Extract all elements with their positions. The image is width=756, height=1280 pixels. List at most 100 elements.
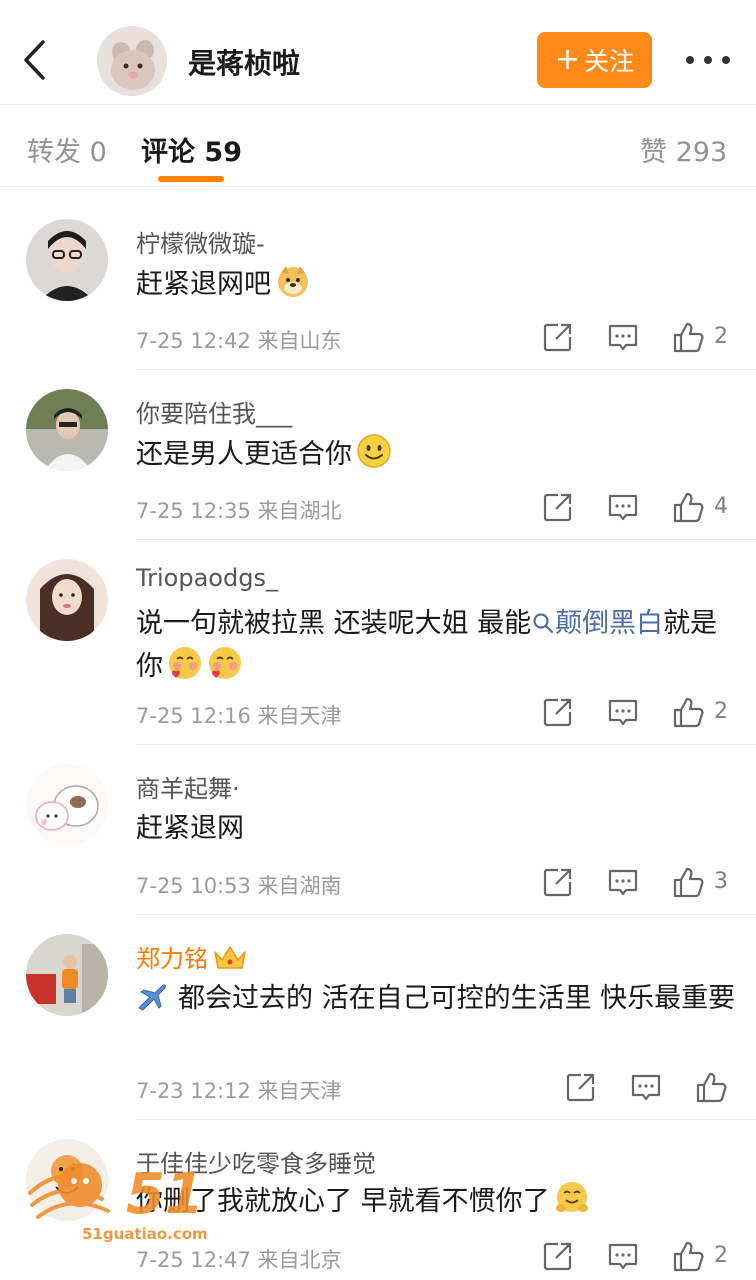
tab-bar: 转发 0 评论 59 赞 293 — [0, 104, 756, 187]
tab-reposts[interactable]: 转发 0 — [27, 130, 107, 169]
comment-time: 7-25 10:53 — [136, 874, 251, 898]
comment-time: 7-23 12:12 — [136, 1079, 251, 1103]
commenter-name-text: 郑力铭 — [136, 945, 208, 973]
comment-divider — [136, 914, 756, 915]
comment-location: 来自北京 — [257, 1248, 342, 1272]
comment-divider — [136, 1119, 756, 1120]
like-count: 4 — [714, 494, 728, 519]
comment-text: 赶紧退网 — [136, 813, 244, 844]
like-count: 2 — [714, 699, 728, 724]
top-bar: 是蒋桢啦 + 关注 — [0, 0, 756, 105]
like-icon[interactable] — [671, 1239, 705, 1273]
comment-time: 7-25 12:47 — [136, 1248, 251, 1272]
commenter-name[interactable]: 柠檬微微璇- — [136, 224, 265, 259]
comment-text-body: 赶紧退网吧 — [136, 269, 271, 300]
commenter-avatar[interactable] — [26, 559, 108, 641]
tab-likes-count: 293 — [675, 137, 728, 168]
comment-location: 来自天津 — [257, 704, 342, 728]
doge-icon — [278, 266, 308, 297]
comment-text: 还是男人更适合你 — [136, 433, 736, 476]
plus-icon: + — [554, 42, 581, 77]
comment-icon[interactable] — [629, 1070, 663, 1104]
comment-text-body: 说一句就被拉黑 还装呢大姐 最能 — [136, 608, 532, 639]
vip-crown-icon — [214, 946, 246, 969]
hug-face-icon — [555, 1182, 588, 1212]
author-avatar[interactable] — [97, 26, 167, 96]
comment-divider — [136, 539, 756, 540]
tab-reposts-count: 0 — [89, 137, 107, 168]
author-name[interactable]: 是蒋桢啦 — [188, 42, 300, 82]
commenter-name[interactable]: 商羊起舞· — [136, 769, 240, 804]
comment-location: 来自山东 — [257, 329, 342, 353]
more-options-icon[interactable] — [686, 52, 730, 68]
commenter-avatar[interactable] — [26, 764, 108, 846]
share-icon[interactable] — [541, 695, 575, 729]
share-icon[interactable] — [564, 1070, 598, 1104]
comment-meta: 7-25 12:47 来自北京 — [136, 1244, 342, 1274]
like-icon[interactable] — [671, 865, 705, 899]
share-icon[interactable] — [541, 1239, 575, 1273]
search-icon — [533, 613, 554, 634]
topic-link[interactable]: 颠倒黑白 — [531, 608, 663, 639]
commenter-avatar[interactable] — [26, 389, 108, 471]
like-icon[interactable] — [671, 320, 705, 354]
comment-icon[interactable] — [606, 695, 640, 729]
like-count: 2 — [714, 1243, 728, 1268]
commenter-avatar[interactable] — [26, 1139, 108, 1221]
comment-location: 来自湖南 — [257, 874, 342, 898]
commenter-name[interactable]: 你要陪住我___ — [136, 394, 292, 429]
tab-likes-label: 赞 — [640, 137, 667, 168]
airplane-icon — [138, 984, 167, 1011]
comment-icon[interactable] — [606, 490, 640, 524]
share-icon[interactable] — [541, 865, 575, 899]
like-count: 3 — [714, 869, 728, 894]
tab-comments-label: 评论 — [141, 137, 195, 168]
share-icon[interactable] — [541, 320, 575, 354]
follow-label: 关注 — [584, 47, 635, 76]
blush-kiss-icon — [169, 647, 201, 679]
comment-meta: 7-25 12:16 来自天津 — [136, 700, 342, 730]
like-count: 2 — [714, 324, 728, 349]
comment-divider — [136, 744, 756, 745]
comment-location: 来自湖北 — [257, 499, 342, 523]
comment-divider — [136, 369, 756, 370]
active-tab-indicator — [158, 176, 224, 182]
commenter-name[interactable]: Triopaodgs_ — [136, 564, 278, 592]
comment-meta: 7-25 10:53 来自湖南 — [136, 870, 342, 900]
comment-icon[interactable] — [606, 320, 640, 354]
comment-time: 7-25 12:35 — [136, 499, 251, 523]
commenter-avatar[interactable] — [26, 219, 108, 301]
topic-label: 颠倒黑白 — [555, 608, 664, 639]
commenter-name[interactable]: 郑力铭 — [136, 939, 248, 974]
watermark-site: 51guatiao.com — [82, 1225, 208, 1243]
comment-text: 说一句就被拉黑 还装呢大姐 最能 颠倒黑白就是你 — [136, 603, 736, 688]
share-icon[interactable] — [541, 490, 575, 524]
back-arrow-icon[interactable] — [18, 36, 54, 84]
tab-likes[interactable]: 赞 293 — [640, 130, 727, 169]
like-icon[interactable] — [671, 695, 705, 729]
comment-time: 7-25 12:42 — [136, 329, 251, 353]
comment-location: 来自天津 — [257, 1079, 342, 1103]
blush-kiss-icon — [209, 647, 241, 679]
like-icon[interactable] — [694, 1070, 728, 1104]
comment-time: 7-25 12:16 — [136, 704, 251, 728]
tab-comments-count: 59 — [204, 137, 242, 168]
tab-reposts-label: 转发 — [27, 137, 81, 168]
commenter-name[interactable]: 于佳佳少吃零食多睡觉 — [136, 1144, 376, 1179]
tab-comments[interactable]: 评论 59 — [141, 130, 242, 169]
comment-text-body: 你删了我就放心了 早就看不惯你了 — [136, 1186, 550, 1217]
smile-icon — [357, 434, 391, 468]
comment-icon[interactable] — [606, 865, 640, 899]
comment-text: 赶紧退网吧 — [136, 263, 736, 306]
comment-meta: 7-23 12:12 来自天津 — [136, 1075, 342, 1105]
comment-icon[interactable] — [606, 1239, 640, 1273]
comment-meta: 7-25 12:35 来自湖北 — [136, 495, 342, 525]
follow-button[interactable]: + 关注 — [537, 32, 652, 88]
commenter-avatar[interactable] — [26, 934, 108, 1016]
comment-text-body: 都会过去的 活在自己可控的生活里 快乐最重要 — [178, 983, 736, 1014]
like-icon[interactable] — [671, 490, 705, 524]
comment-text-body: 还是男人更适合你 — [136, 439, 352, 470]
comment-text: 都会过去的 活在自己可控的生活里 快乐最重要 — [136, 978, 736, 1020]
comment-meta: 7-25 12:42 来自山东 — [136, 325, 342, 355]
comment-text: 你删了我就放心了 早就看不惯你了 — [136, 1180, 736, 1223]
